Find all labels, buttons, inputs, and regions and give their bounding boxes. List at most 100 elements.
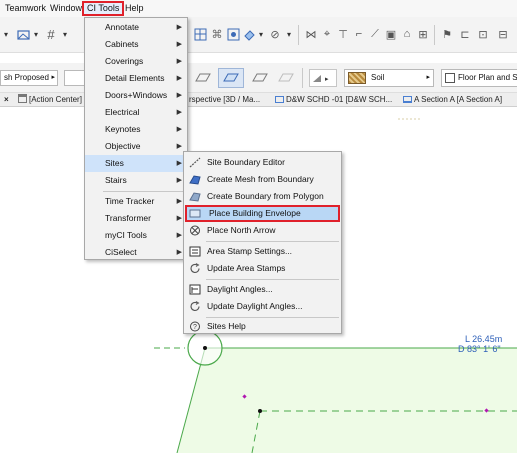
- menu-item-doors-windows[interactable]: Doors+Windows ▶: [85, 87, 187, 104]
- layout-tool-icon[interactable]: ⊞: [416, 26, 430, 42]
- menu-item-myci-tools[interactable]: myCI Tools ▶: [85, 227, 187, 244]
- view-section-icon[interactable]: [250, 69, 270, 87]
- tab-perspective[interactable]: rspective [3D / Ma...: [189, 94, 260, 106]
- tab-action-center[interactable]: [Action Center]: [18, 94, 82, 106]
- section-tool-icon[interactable]: ⊏: [458, 26, 472, 42]
- surface-material-value: Soil: [371, 73, 385, 82]
- soil-swatch-icon: [348, 72, 366, 84]
- toolbar-info: sh Proposed ▸ ▸ Soil ▸ Floor Plan and Se: [0, 63, 517, 93]
- chevron-right-icon: ▶: [176, 75, 182, 82]
- menu-item-cabinets[interactable]: Cabinets ▶: [85, 36, 187, 53]
- toolbar-standard: ▾ ▾ # ▾ ⌘ ▾ ⊘ ▾ ⋈ ⌖ ⊤ ⌐ ⟋ ▣ ⌂ ⊞ ⚑ ⊏ ⊡ ⊟: [0, 17, 517, 53]
- grid-icon[interactable]: #: [44, 26, 58, 42]
- area-stamp-icon: [189, 246, 201, 257]
- chevron-right-icon: ▶: [176, 109, 182, 116]
- chevron-right-icon: ▸: [426, 74, 430, 81]
- tab-section-a[interactable]: A Section A [A Section A]: [403, 94, 502, 106]
- chevron-right-icon: ▶: [176, 215, 182, 222]
- chevron-right-icon: ▶: [176, 126, 182, 133]
- tab-bar: × [Action Center] rspective [3D / Ma... …: [0, 93, 517, 107]
- surface-material-field[interactable]: Soil ▸: [344, 69, 434, 87]
- chevron-right-icon: ▶: [176, 198, 182, 205]
- split-tool-icon[interactable]: ⌖: [320, 26, 334, 42]
- chevron-right-icon: ▶: [176, 249, 182, 256]
- dimension-angle-label: D 83° 1' 6": [458, 344, 501, 354]
- section-icon: [403, 96, 412, 103]
- corner-tool-icon[interactable]: ⌐: [352, 26, 366, 42]
- menu-item-sites-help[interactable]: ? Sites Help: [185, 318, 340, 335]
- menu-item-keynotes[interactable]: Keynotes ▶: [85, 121, 187, 138]
- close-tab-icon[interactable]: ×: [4, 94, 9, 106]
- menu-item-update-area-stamps[interactable]: Update Area Stamps: [185, 260, 340, 277]
- pencil-line-icon: [189, 157, 201, 168]
- menu-item-daylight-angles[interactable]: Daylight Angles...: [185, 281, 340, 298]
- sites-submenu: Site Boundary Editor Create Mesh from Bo…: [183, 151, 342, 334]
- refresh-icon: [190, 263, 200, 274]
- tab-dw-schedule[interactable]: D&W SCHD -01 [D&W SCH...: [275, 94, 392, 106]
- pen-set-icon[interactable]: ▸: [309, 69, 337, 87]
- menu-item-create-mesh-from-boundary[interactable]: Create Mesh from Boundary: [185, 171, 340, 188]
- model-view-options-field[interactable]: Floor Plan and Se: [441, 69, 517, 87]
- menu-item-site-boundary-editor[interactable]: Site Boundary Editor: [185, 154, 340, 171]
- menu-item-coverings[interactable]: Coverings ▶: [85, 53, 187, 70]
- polygon-boundary-icon: [189, 192, 201, 202]
- menu-item-place-north-arrow[interactable]: Place North Arrow: [185, 222, 340, 239]
- svg-text:?: ?: [193, 324, 197, 331]
- menu-item-create-boundary-from-polygon[interactable]: Create Boundary from Polygon: [185, 188, 340, 205]
- menu-item-update-daylight-angles[interactable]: Update Daylight Angles...: [185, 298, 340, 315]
- dropdown-arrow-icon[interactable]: ▾: [285, 27, 293, 41]
- circle-tool-icon[interactable]: ⊘: [268, 26, 282, 42]
- menu-ci-tools[interactable]: CI Tools: [82, 1, 125, 16]
- menu-window[interactable]: Window: [48, 2, 84, 15]
- dropdown-arrow-icon[interactable]: ▾: [257, 27, 265, 41]
- detail-tool-icon[interactable]: ⊟: [496, 26, 510, 42]
- chevron-right-icon: ▶: [176, 160, 182, 167]
- adjust-tool-icon[interactable]: ⊤: [336, 26, 350, 42]
- chevron-right-icon: ▸: [51, 74, 55, 81]
- view-plan-icon[interactable]: [218, 68, 244, 88]
- menu-item-objective[interactable]: Objective ▶: [85, 138, 187, 155]
- elevation-tool-icon[interactable]: ⊡: [476, 26, 490, 42]
- group-tool-icon[interactable]: ▣: [384, 26, 398, 42]
- dropdown-arrow-icon[interactable]: ▾: [0, 27, 12, 41]
- snap-tool-icon[interactable]: [226, 26, 240, 42]
- menu-item-electrical[interactable]: Electrical ▶: [85, 104, 187, 121]
- menu-item-area-stamp-settings[interactable]: Area Stamp Settings...: [185, 243, 340, 260]
- menu-item-detail-elements[interactable]: Detail Elements ▶: [85, 70, 187, 87]
- flag-tool-icon[interactable]: ⚑: [440, 26, 454, 42]
- action-center-icon: [18, 94, 27, 103]
- wall-tool-icon[interactable]: [193, 26, 207, 42]
- north-arrow-icon: [190, 225, 200, 236]
- lock-tool-icon[interactable]: ⌂: [400, 26, 414, 42]
- dropdown-arrow-icon[interactable]: ▾: [60, 27, 70, 41]
- fill-tool-icon[interactable]: [242, 26, 256, 42]
- building-envelope-icon: [189, 209, 201, 218]
- chevron-right-icon: ▶: [176, 177, 182, 184]
- menu-item-place-building-envelope[interactable]: Place Building Envelope: [185, 205, 340, 222]
- layer-combination-field[interactable]: sh Proposed ▸: [0, 70, 58, 86]
- trim-tool-icon[interactable]: ⋈: [304, 26, 318, 42]
- dropdown-arrow-icon[interactable]: ▾: [31, 27, 41, 41]
- schedule-icon: [275, 96, 284, 103]
- cross-tool-icon[interactable]: ⌘: [210, 26, 224, 42]
- menu-item-annotate[interactable]: Annotate ▶: [85, 19, 187, 36]
- menu-teamwork[interactable]: Teamwork: [3, 2, 48, 15]
- layer-tool-icon[interactable]: [16, 26, 30, 42]
- layer-combination-value: sh Proposed: [4, 73, 49, 82]
- menu-separator: [206, 279, 339, 280]
- menu-item-time-tracker[interactable]: Time Tracker ▶: [85, 193, 187, 210]
- menu-item-transformer[interactable]: Transformer ▶: [85, 210, 187, 227]
- menu-item-sites[interactable]: Sites ▶: [85, 155, 187, 172]
- view-elevation-icon[interactable]: [276, 69, 296, 87]
- chevron-right-icon: ▶: [176, 41, 182, 48]
- daylight-icon: [189, 284, 201, 295]
- offset-tool-icon[interactable]: ⟋: [368, 26, 382, 42]
- chevron-right-icon: ▶: [176, 143, 182, 150]
- chevron-right-icon: ▶: [176, 92, 182, 99]
- menu-item-ciselect[interactable]: CiSelect ▶: [85, 244, 187, 261]
- dimension-length-label: L 26.45m: [465, 334, 503, 344]
- chevron-right-icon: ▶: [176, 24, 182, 31]
- view-3d-icon[interactable]: [193, 69, 213, 87]
- menu-help[interactable]: Help: [123, 2, 146, 15]
- menu-item-stairs[interactable]: Stairs ▶: [85, 172, 187, 189]
